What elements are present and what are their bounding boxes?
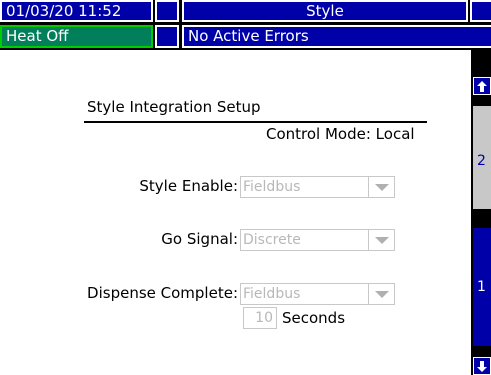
- chevron-down-icon[interactable]: [368, 177, 394, 197]
- style-enable-label: Style Enable:: [139, 177, 238, 195]
- settings-panel: Style Integration Setup Control Mode: Lo…: [0, 50, 471, 375]
- heat-status: Heat Off: [0, 25, 153, 48]
- go-signal-select[interactable]: Discrete: [240, 229, 395, 251]
- timeout-unit: Seconds: [282, 309, 346, 327]
- tab-2-label: 2: [477, 153, 486, 169]
- status-indicator-box: [470, 0, 491, 22]
- tab-1[interactable]: 1: [473, 228, 491, 346]
- hmi-screen: 01/03/20 11:52 Style Heat Off No Active …: [0, 0, 491, 375]
- dispense-complete-select[interactable]: Fieldbus: [240, 283, 395, 305]
- dispense-complete-value: Fieldbus: [243, 286, 301, 302]
- datetime-display: 01/03/20 11:52: [0, 0, 153, 22]
- dispense-complete-label: Dispense Complete:: [87, 284, 238, 302]
- chevron-down-icon[interactable]: [368, 284, 394, 304]
- style-enable-value: Fieldbus: [243, 179, 301, 195]
- tab-2[interactable]: 2: [473, 106, 491, 209]
- chevron-down-icon[interactable]: [368, 230, 394, 250]
- heading-divider: [84, 121, 427, 123]
- screen-title: Style: [182, 0, 468, 22]
- panel-heading: Style Integration Setup: [87, 98, 261, 116]
- error-status: No Active Errors: [182, 25, 491, 48]
- status-indicator-box: [155, 0, 179, 22]
- control-mode-label: Control Mode: Local: [266, 125, 415, 143]
- status-indicator-box: [155, 25, 179, 48]
- arrow-down-icon[interactable]: [473, 357, 491, 375]
- arrow-up-icon[interactable]: [473, 77, 491, 95]
- timeout-input[interactable]: 10: [243, 307, 277, 329]
- go-signal-label: Go Signal:: [161, 230, 238, 248]
- style-enable-select[interactable]: Fieldbus: [240, 176, 395, 198]
- tab-1-label: 1: [477, 279, 486, 295]
- go-signal-value: Discrete: [243, 232, 301, 248]
- side-navigation: 2 1: [473, 50, 491, 375]
